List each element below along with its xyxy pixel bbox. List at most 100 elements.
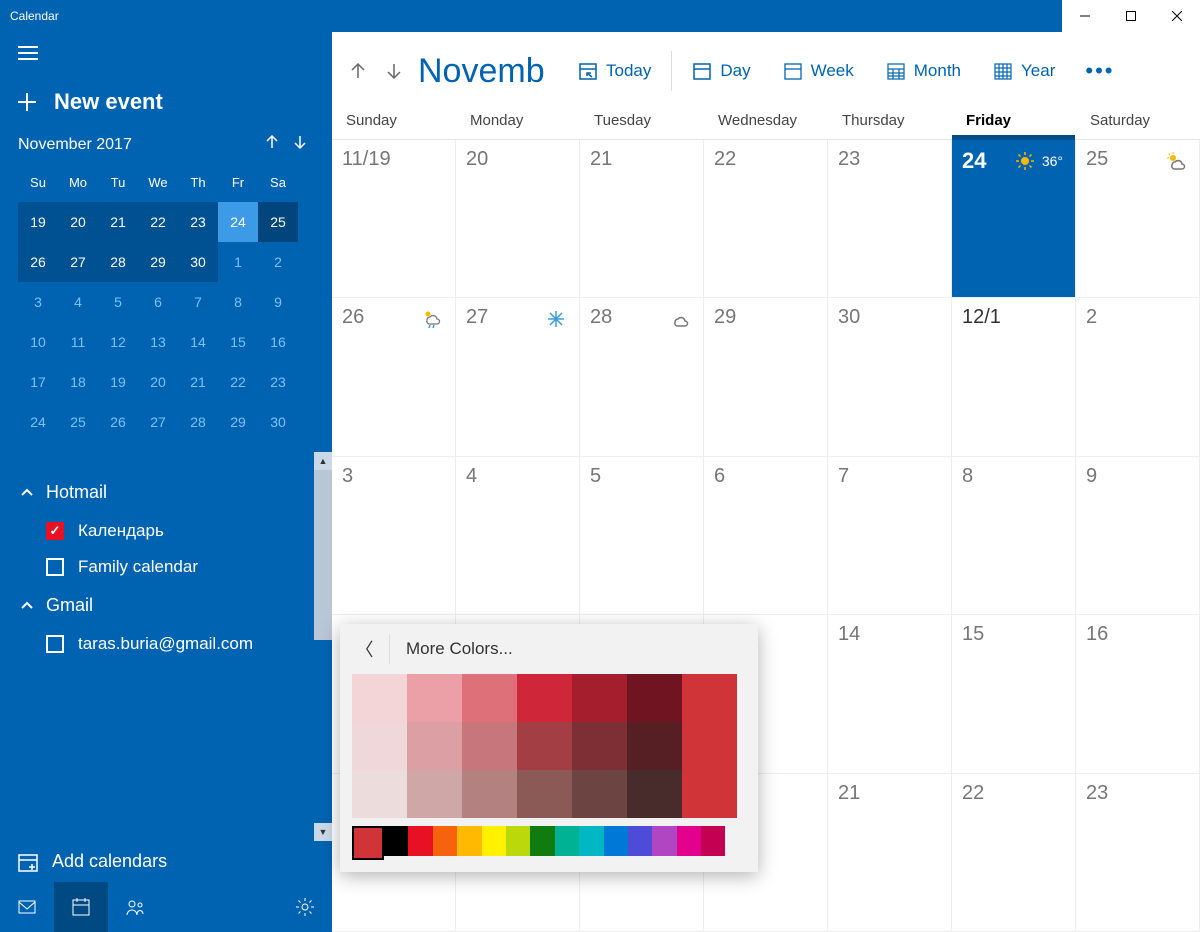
mini-day-cell[interactable]: 28 — [98, 242, 138, 282]
hue-swatch[interactable] — [555, 826, 579, 856]
shade-swatch[interactable] — [627, 770, 682, 818]
shade-swatch[interactable] — [407, 674, 462, 722]
hue-swatch[interactable] — [482, 826, 506, 856]
current-month-label[interactable]: Novemb — [412, 52, 562, 91]
month-cell[interactable]: 29 — [704, 298, 828, 456]
calendar-checkbox[interactable] — [46, 558, 64, 576]
week-view-button[interactable]: Week — [767, 47, 870, 95]
hue-swatch[interactable] — [652, 826, 676, 856]
month-cell[interactable]: 8 — [952, 457, 1076, 615]
hue-swatch[interactable] — [604, 826, 628, 856]
calendar-button[interactable] — [54, 882, 108, 932]
mini-day-cell[interactable]: 24 — [18, 402, 58, 442]
mini-day-cell[interactable]: 19 — [98, 362, 138, 402]
mini-day-cell[interactable]: 3 — [18, 282, 58, 322]
month-next-button[interactable] — [376, 51, 412, 91]
minimize-button[interactable] — [1062, 0, 1108, 32]
month-cell[interactable]: 2 — [1076, 298, 1200, 456]
hue-swatch[interactable] — [408, 826, 432, 856]
mini-day-cell[interactable]: 27 — [138, 402, 178, 442]
selected-color-swatch[interactable] — [682, 674, 737, 818]
calendar-item[interactable]: Календарь — [0, 513, 332, 549]
calendar-checkbox[interactable] — [46, 635, 64, 653]
calendar-item[interactable]: taras.buria@gmail.com — [0, 626, 332, 662]
mini-day-cell[interactable]: 8 — [218, 282, 258, 322]
mini-day-cell[interactable]: 20 — [138, 362, 178, 402]
mini-day-cell[interactable]: 23 — [258, 362, 298, 402]
shade-swatch[interactable] — [627, 722, 682, 770]
mini-day-cell[interactable]: 5 — [98, 282, 138, 322]
hue-swatch[interactable] — [677, 826, 701, 856]
mini-day-cell[interactable]: 28 — [178, 402, 218, 442]
more-button[interactable]: ••• — [1071, 58, 1128, 84]
mini-day-cell[interactable]: 25 — [58, 402, 98, 442]
month-cell[interactable]: 2436° — [952, 140, 1076, 298]
month-cell[interactable]: 27 — [456, 298, 580, 456]
mini-day-cell[interactable]: 26 — [18, 242, 58, 282]
month-cell[interactable]: 28 — [580, 298, 704, 456]
mini-day-cell[interactable]: 27 — [58, 242, 98, 282]
hue-swatch[interactable] — [433, 826, 457, 856]
mini-day-cell[interactable]: 1 — [218, 242, 258, 282]
shade-swatch[interactable] — [352, 722, 407, 770]
shade-swatch[interactable] — [407, 770, 462, 818]
mini-day-cell[interactable]: 9 — [258, 282, 298, 322]
mini-day-cell[interactable]: 30 — [178, 242, 218, 282]
shade-swatch[interactable] — [352, 674, 407, 722]
shade-swatch[interactable] — [462, 674, 517, 722]
shade-swatch[interactable] — [352, 770, 407, 818]
month-cell[interactable]: 15 — [952, 615, 1076, 773]
mini-day-cell[interactable]: 2 — [258, 242, 298, 282]
hamburger-button[interactable] — [0, 32, 332, 79]
mini-day-cell[interactable]: 10 — [18, 322, 58, 362]
mini-day-cell[interactable]: 24 — [218, 202, 258, 242]
hue-swatch[interactable] — [457, 826, 481, 856]
mini-month-label[interactable]: November 2017 — [18, 136, 132, 154]
shade-swatch[interactable] — [627, 674, 682, 722]
month-cell[interactable]: 6 — [704, 457, 828, 615]
year-view-button[interactable]: Year — [977, 47, 1071, 95]
month-cell[interactable]: 23 — [828, 140, 952, 298]
close-button[interactable] — [1154, 0, 1200, 32]
month-prev-button[interactable] — [340, 51, 376, 91]
mini-day-cell[interactable]: 21 — [178, 362, 218, 402]
hue-swatch[interactable] — [579, 826, 603, 856]
month-cell[interactable]: 5 — [580, 457, 704, 615]
shade-swatch[interactable] — [407, 722, 462, 770]
month-cell[interactable]: 21 — [580, 140, 704, 298]
month-cell[interactable]: 25 — [1076, 140, 1200, 298]
today-button[interactable]: Today — [562, 47, 667, 95]
hue-swatch[interactable] — [384, 826, 408, 856]
shade-swatch[interactable] — [517, 722, 572, 770]
mini-day-cell[interactable]: 22 — [138, 202, 178, 242]
calendar-checkbox[interactable] — [46, 522, 64, 540]
shade-swatch[interactable] — [517, 674, 572, 722]
mini-day-cell[interactable]: 4 — [58, 282, 98, 322]
shade-swatch[interactable] — [572, 770, 627, 818]
mini-day-cell[interactable]: 29 — [138, 242, 178, 282]
day-view-button[interactable]: Day — [676, 47, 766, 95]
month-cell[interactable]: 20 — [456, 140, 580, 298]
shade-swatch[interactable] — [462, 722, 517, 770]
settings-button[interactable] — [278, 882, 332, 932]
accounts-scrollbar[interactable]: ▲ ▼ — [314, 452, 332, 841]
month-cell[interactable]: 30 — [828, 298, 952, 456]
month-cell[interactable]: 22 — [704, 140, 828, 298]
mini-day-cell[interactable]: 6 — [138, 282, 178, 322]
add-calendars-button[interactable]: Add calendars — [0, 841, 332, 882]
month-cell[interactable]: 23 — [1076, 774, 1200, 932]
mini-day-cell[interactable]: 26 — [98, 402, 138, 442]
month-cell[interactable]: 4 — [456, 457, 580, 615]
month-cell[interactable]: 3 — [332, 457, 456, 615]
new-event-button[interactable]: New event — [0, 79, 332, 135]
hue-swatch[interactable] — [506, 826, 530, 856]
month-cell[interactable]: 7 — [828, 457, 952, 615]
shade-swatch[interactable] — [517, 770, 572, 818]
month-cell[interactable]: 11/19 — [332, 140, 456, 298]
maximize-button[interactable] — [1108, 0, 1154, 32]
month-cell[interactable]: 9 — [1076, 457, 1200, 615]
mail-button[interactable] — [0, 882, 54, 932]
mini-day-cell[interactable]: 18 — [58, 362, 98, 402]
hue-swatch[interactable] — [701, 826, 725, 856]
mini-day-cell[interactable]: 17 — [18, 362, 58, 402]
